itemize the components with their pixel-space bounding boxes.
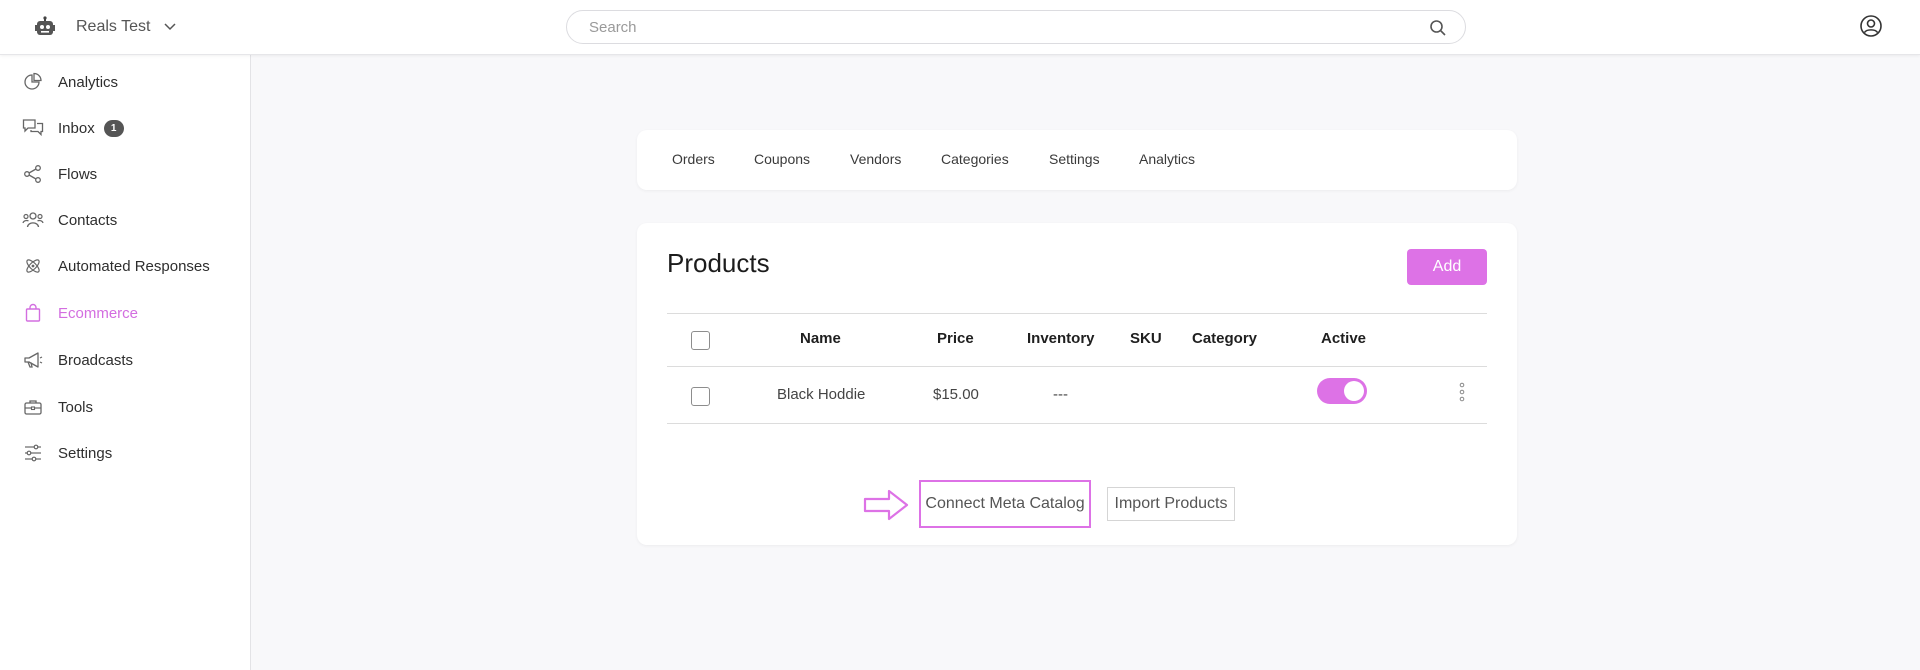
tab-analytics[interactable]: Analytics — [1139, 151, 1195, 167]
column-header-category[interactable]: Category — [1192, 330, 1257, 347]
product-price: $15.00 — [933, 386, 979, 403]
select-all-checkbox[interactable] — [691, 331, 710, 350]
sidebar-item-inbox[interactable]: Inbox 1 — [22, 115, 124, 141]
tab-coupons[interactable]: Coupons — [754, 151, 810, 167]
sidebar-item-label: Automated Responses — [58, 257, 210, 275]
ecommerce-tabs: Orders Coupons Vendors Categories Settin… — [637, 130, 1517, 190]
sidebar-item-label: Ecommerce — [58, 304, 139, 322]
toggle-knob — [1344, 381, 1364, 401]
arrow-right-icon — [863, 489, 909, 521]
column-header-active[interactable]: Active — [1321, 330, 1366, 347]
sidebar-item-label: Flows — [58, 165, 98, 183]
sidebar-item-label: Tools — [58, 398, 94, 416]
column-header-inventory[interactable]: Inventory — [1027, 330, 1095, 347]
add-product-button[interactable]: Add — [1407, 249, 1487, 285]
sidebar-item-label: Contacts — [58, 211, 118, 229]
chevron-down-icon[interactable] — [164, 20, 178, 34]
sidebar-item-label: Inbox — [58, 119, 95, 137]
table-divider — [667, 423, 1487, 424]
toolbox-icon — [22, 396, 44, 418]
column-header-sku[interactable]: SKU — [1130, 330, 1162, 347]
sidebar: Analytics Inbox 1 Flows Contacts Automat… — [0, 55, 251, 670]
sidebar-item-label: Broadcasts — [58, 351, 134, 369]
tab-vendors[interactable]: Vendors — [850, 151, 901, 167]
flow-icon — [22, 163, 44, 185]
atom-icon — [22, 255, 44, 277]
top-bar: Reals Test — [0, 0, 1920, 55]
active-toggle[interactable] — [1317, 378, 1367, 404]
sidebar-item-label: Settings — [58, 444, 113, 462]
import-products-button[interactable]: Import Products — [1107, 487, 1235, 521]
sidebar-item-tools[interactable]: Tools — [22, 394, 93, 420]
sidebar-item-settings[interactable]: Settings — [22, 440, 112, 466]
sidebar-item-flows[interactable]: Flows — [22, 161, 97, 187]
chat-bubbles-icon — [22, 117, 44, 139]
tab-settings[interactable]: Settings — [1049, 151, 1100, 167]
column-header-name[interactable]: Name — [800, 330, 841, 347]
product-inventory: --- — [1053, 386, 1068, 403]
products-card: Products Add Name Price Inventory SKU Ca… — [637, 223, 1517, 545]
page-title: Products — [667, 248, 770, 278]
sidebar-item-label: Analytics — [58, 73, 119, 91]
sidebar-item-contacts[interactable]: Contacts — [22, 207, 117, 233]
sidebar-item-ecommerce[interactable]: Ecommerce — [22, 300, 138, 326]
connect-meta-catalog-button[interactable]: Connect Meta Catalog — [919, 480, 1091, 528]
column-header-price[interactable]: Price — [937, 330, 974, 347]
sidebar-item-broadcasts[interactable]: Broadcasts — [22, 347, 133, 373]
sidebar-item-automated-responses[interactable]: Automated Responses — [22, 253, 210, 279]
search-bar — [566, 10, 1466, 44]
product-name[interactable]: Black Hoddie — [777, 386, 865, 403]
account-icon[interactable] — [1859, 14, 1883, 38]
more-options-icon[interactable] — [1457, 381, 1467, 403]
search-input[interactable] — [589, 11, 1409, 43]
tab-categories[interactable]: Categories — [941, 151, 1009, 167]
megaphone-icon — [22, 349, 44, 371]
shopping-bag-icon — [22, 302, 44, 324]
search-icon[interactable] — [1429, 19, 1447, 37]
sliders-icon — [22, 442, 44, 464]
robot-icon — [32, 14, 58, 40]
pie-chart-icon — [22, 71, 44, 93]
workspace-name[interactable]: Reals Test — [76, 18, 150, 36]
table-divider — [667, 366, 1487, 367]
tab-orders[interactable]: Orders — [672, 151, 715, 167]
workspace-switcher[interactable]: Reals Test — [32, 14, 178, 40]
sidebar-item-analytics[interactable]: Analytics — [22, 69, 118, 95]
inbox-count-badge: 1 — [103, 119, 124, 137]
people-icon — [22, 209, 44, 231]
table-divider — [667, 313, 1487, 314]
row-checkbox[interactable] — [691, 387, 710, 406]
